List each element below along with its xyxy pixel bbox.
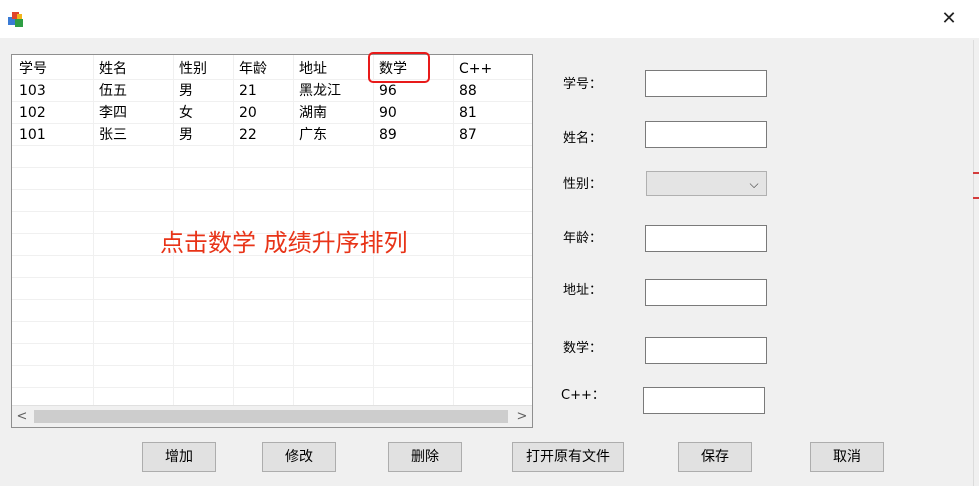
table-cell[interactable]: 男 [179,80,193,102]
open-file-button[interactable]: 打开原有文件 [512,442,624,472]
add-button[interactable]: 增加 [142,442,216,472]
edge-marker [973,172,979,174]
gender-label: 性别： [563,177,603,192]
column-header-age[interactable]: 年龄 [239,58,267,80]
age-field[interactable] [645,225,767,252]
delete-button[interactable]: 删除 [388,442,462,472]
scroll-right-icon[interactable]: > [512,406,532,427]
horizontal-scrollbar[interactable]: < > [12,405,532,427]
table-cell[interactable]: 103 [19,80,46,102]
chevron-down-icon: ⌵ [749,177,759,191]
sort-annotation: 点击数学 成绩升序排列 [160,229,408,257]
column-header-id[interactable]: 学号 [19,58,47,80]
window-edge [973,40,974,486]
table-cell[interactable]: 96 [379,80,397,102]
table-cell[interactable]: 22 [239,124,257,146]
close-icon: ✕ [941,8,957,29]
table-cell[interactable]: 湖南 [299,102,327,124]
scroll-thumb[interactable] [34,410,508,423]
id-label: 学号： [563,77,603,92]
name-field[interactable] [645,121,767,148]
table-cell[interactable]: 90 [379,102,397,124]
cpp-field[interactable] [643,387,765,414]
column-header-address[interactable]: 地址 [299,58,327,80]
table-cell[interactable]: 87 [459,124,477,146]
gender-select[interactable]: ⌵ [646,171,767,196]
name-label: 姓名： [563,131,603,146]
table-cell[interactable]: 89 [379,124,397,146]
table-cell[interactable]: 广东 [299,124,327,146]
cancel-button[interactable]: 取消 [810,442,884,472]
scroll-left-icon[interactable]: < [12,406,32,427]
column-header-name[interactable]: 姓名 [99,58,127,80]
column-header-gender[interactable]: 性别 [179,58,207,80]
edit-button[interactable]: 修改 [262,442,336,472]
table-cell[interactable]: 伍五 [99,80,127,102]
title-bar: ✕ [0,0,979,38]
column-header-cpp[interactable]: C++ [459,58,492,80]
table-cell[interactable]: 男 [179,124,193,146]
table-cell[interactable]: 李四 [99,102,127,124]
close-button[interactable]: ✕ [937,8,961,30]
table-cell[interactable]: 20 [239,102,257,124]
table-cell[interactable]: 张三 [99,124,127,146]
table-cell[interactable]: 81 [459,102,477,124]
table-cell[interactable]: 21 [239,80,257,102]
table-cell[interactable]: 黑龙江 [299,80,341,102]
age-label: 年龄： [563,231,603,246]
table-cell[interactable]: 女 [179,102,193,124]
table-cell[interactable]: 101 [19,124,46,146]
math-column-highlight [368,52,430,83]
id-field[interactable] [645,70,767,97]
math-label: 数学： [563,341,603,356]
edge-marker [973,197,979,199]
math-field[interactable] [645,337,767,364]
address-label: 地址： [563,283,603,298]
table-cell[interactable]: 88 [459,80,477,102]
table-cell[interactable]: 102 [19,102,46,124]
save-button[interactable]: 保存 [678,442,752,472]
app-icon [8,12,23,27]
cpp-label: C++： [561,388,605,403]
address-field[interactable] [645,279,767,306]
